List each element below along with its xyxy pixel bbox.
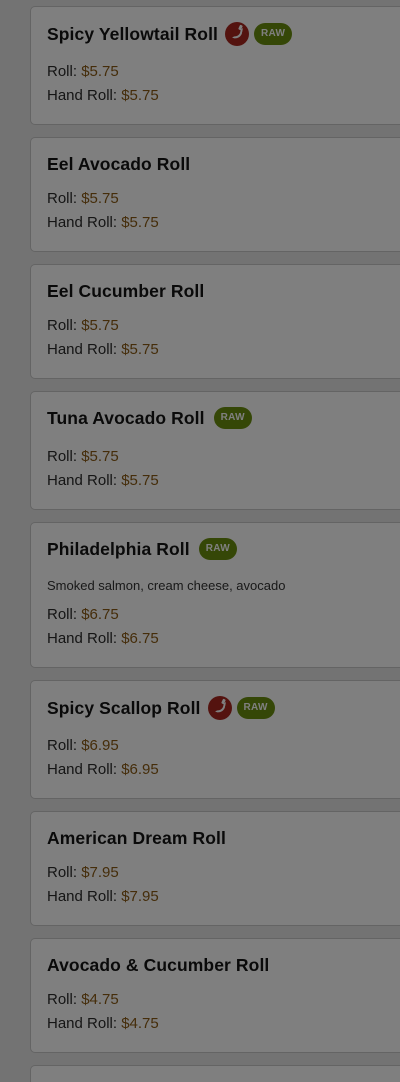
modal-backdrop-overlay[interactable] <box>0 0 400 1082</box>
